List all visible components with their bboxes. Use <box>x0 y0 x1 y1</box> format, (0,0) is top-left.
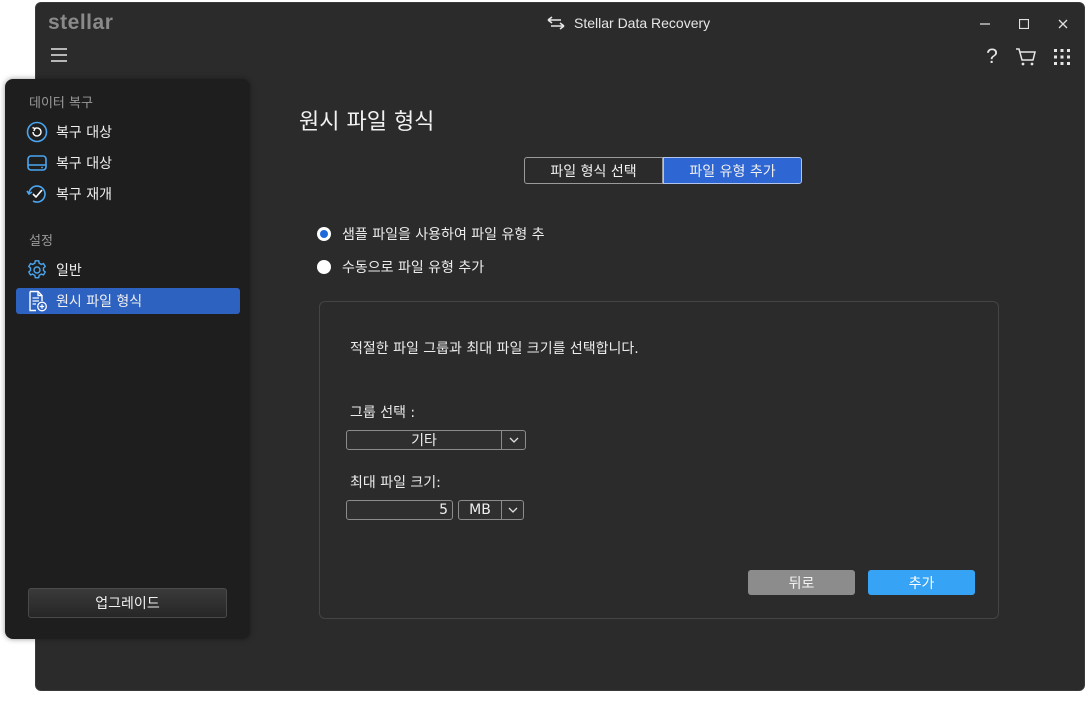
max-size-label: 최대 파일 크기: <box>350 475 441 491</box>
resume-check-icon <box>26 185 46 203</box>
back-button[interactable]: 뒤로 <box>748 570 855 595</box>
maximize-icon <box>1019 19 1029 29</box>
tab-add-file-type[interactable]: 파일 유형 추가 <box>663 157 802 184</box>
sidebar-item-label: 일반 <box>56 263 82 279</box>
restore-icon <box>26 121 48 143</box>
unit-select[interactable]: MB <box>458 500 524 520</box>
group-select-value: 기타 <box>411 433 437 449</box>
maximize-button[interactable] <box>1011 11 1037 37</box>
title-bar: Stellar Data Recovery <box>546 15 710 31</box>
section-data-recovery: 데이터 복구 <box>29 96 93 111</box>
sidebar-item-resume-recovery[interactable]: 복구 재개 <box>16 181 240 207</box>
page-title: 원시 파일 형식 <box>299 110 435 135</box>
gear-icon <box>27 260 47 279</box>
close-icon <box>1058 19 1068 29</box>
group-select[interactable]: 기타 <box>346 430 526 450</box>
tab-switcher: 파일 형식 선택 파일 유형 추가 <box>524 157 802 184</box>
radio-button[interactable] <box>317 260 331 274</box>
max-size-input[interactable] <box>346 500 453 520</box>
sidebar-item-label: 복구 대상 <box>56 125 112 141</box>
chevron-down-icon <box>501 501 523 519</box>
drive-icon <box>27 155 47 171</box>
sidebar-item-raw-file-types[interactable]: 원시 파일 형식 <box>16 288 240 314</box>
sidebar-item-general[interactable]: 일반 <box>16 257 240 283</box>
section-settings: 설정 <box>29 234 53 249</box>
sidebar: 데이터 복구 복구 대상 복구 대상 복구 재개 설정 일반 원시 파일 형식 … <box>5 79 250 639</box>
close-button[interactable] <box>1050 11 1076 37</box>
radio-button-checked[interactable] <box>317 227 331 241</box>
upgrade-button[interactable]: 업그레이드 <box>28 588 227 618</box>
radio-label: 샘플 파일을 사용하여 파일 유형 추 <box>342 227 545 243</box>
hamburger-menu-icon[interactable] <box>50 47 68 63</box>
sidebar-item-label: 복구 대상 <box>56 156 112 172</box>
group-label: 그룹 선택 : <box>350 405 416 421</box>
instruction-text: 적절한 파일 그룹과 최대 파일 크기를 선택합니다. <box>350 341 639 357</box>
add-button[interactable]: 추가 <box>868 570 975 595</box>
sidebar-item-recover-from[interactable]: 복구 대상 <box>16 119 240 145</box>
apps-grid-icon[interactable] <box>1050 45 1074 69</box>
sidebar-item-recover-drive[interactable]: 복구 대상 <box>16 150 240 176</box>
cart-icon[interactable] <box>1014 45 1038 69</box>
file-add-icon <box>29 290 47 312</box>
radio-sample-file[interactable]: 샘플 파일을 사용하여 파일 유형 추 <box>317 224 545 244</box>
radio-manual[interactable]: 수동으로 파일 유형 추가 <box>317 257 484 277</box>
window-title: Stellar Data Recovery <box>574 15 711 31</box>
stellar-logo: stellar <box>48 11 114 34</box>
sidebar-item-label: 원시 파일 형식 <box>56 294 143 310</box>
help-icon[interactable]: ? <box>980 45 1004 69</box>
radio-label: 수동으로 파일 유형 추가 <box>342 260 485 276</box>
chevron-down-icon <box>501 431 525 449</box>
minimize-button[interactable] <box>972 11 998 37</box>
unit-select-value: MB <box>469 502 491 518</box>
sidebar-item-label: 복구 재개 <box>56 187 112 203</box>
tab-select-file-type[interactable]: 파일 형식 선택 <box>524 157 663 184</box>
back-arrow-icon <box>547 16 565 30</box>
minimize-icon <box>980 23 990 25</box>
